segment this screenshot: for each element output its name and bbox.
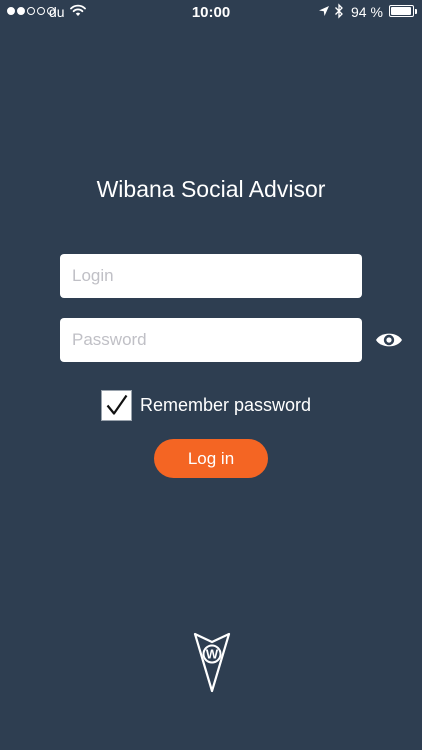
login-screen: du 10:00 94 % Wibana Social Advisor Logi… — [0, 0, 422, 750]
battery-fill — [391, 7, 411, 15]
login-button[interactable]: Log in — [154, 439, 268, 478]
remember-password-label: Remember password — [140, 394, 312, 415]
battery-tip — [415, 9, 417, 14]
bluetooth-icon — [335, 3, 343, 19]
battery-percentage: 94 % — [351, 4, 383, 20]
login-input[interactable] — [60, 254, 362, 298]
app-title: Wibana Social Advisor — [96, 176, 326, 202]
remember-password-checkbox[interactable] — [101, 389, 132, 421]
location-arrow-icon — [319, 6, 329, 16]
status-bar: du 10:00 94 % — [0, 0, 422, 24]
eye-icon[interactable] — [374, 328, 404, 352]
battery-icon — [389, 5, 414, 17]
checkmark-icon — [106, 394, 127, 415]
password-input[interactable] — [60, 318, 362, 362]
wibana-logo: W — [193, 632, 231, 693]
remember-password-option[interactable]: Remember password — [101, 389, 311, 421]
logo-letter: W — [206, 647, 219, 662]
